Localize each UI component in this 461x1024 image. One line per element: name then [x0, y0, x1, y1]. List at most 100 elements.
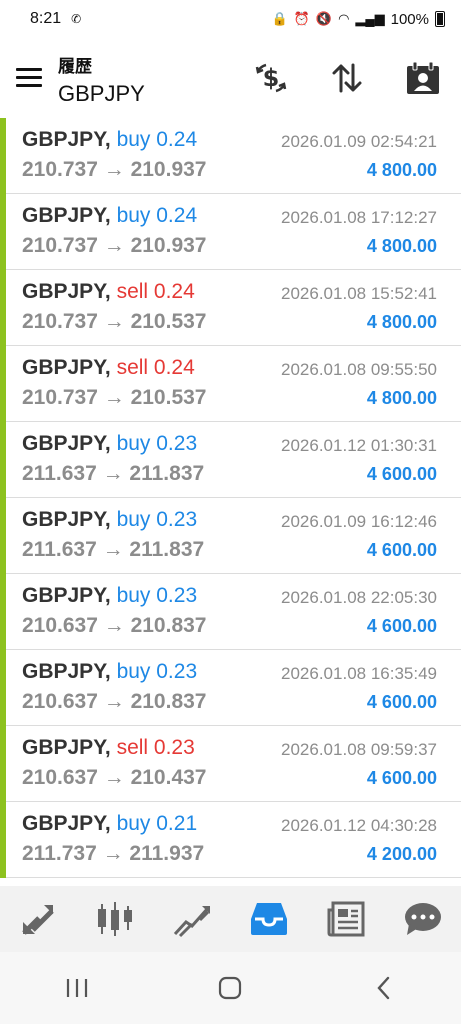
- mute-icon: 🔇: [315, 11, 333, 26]
- trade-profit: 4 800.00: [366, 236, 437, 256]
- trade-time: 2026.01.09 02:54:21: [281, 132, 437, 151]
- page-subtitle: 履歴: [58, 57, 92, 76]
- trade-time: 2026.01.08 09:55:50: [281, 360, 437, 379]
- nav-messages[interactable]: [401, 897, 445, 941]
- trade-time: 2026.01.08 16:35:49: [281, 664, 437, 683]
- trade-time: 2026.01.08 09:59:37: [281, 740, 437, 759]
- trade-time: 2026.01.09 16:12:46: [281, 512, 437, 531]
- symbol-label: GBPJPY,: [22, 204, 111, 227]
- system-nav-bar: [0, 952, 461, 1024]
- calendar-icon: [407, 61, 439, 94]
- sort-button[interactable]: [329, 60, 365, 96]
- currency-exchange-button[interactable]: $: [253, 60, 289, 96]
- trade-profit: 4 600.00: [366, 540, 437, 560]
- trade-row[interactable]: GBPJPY, buy 0.23 210.637 → 210.837 2026.01…: [0, 574, 461, 650]
- app-bar: 履歴 GBPJPY $: [0, 40, 461, 118]
- wifi-calling-icon: ✆: [71, 12, 82, 26]
- trade-symbol: GBPJPY, buy 0.23: [22, 432, 197, 456]
- symbol-label: GBPJPY,: [22, 128, 111, 151]
- trade-profit: 4 600.00: [366, 464, 437, 484]
- back-button[interactable]: [364, 968, 404, 1008]
- lock-icon: 🔒: [271, 11, 288, 26]
- trade-prices: 210.637 → 210.437: [22, 766, 207, 789]
- trade-profit: 4 600.00: [366, 616, 437, 636]
- svg-text:$: $: [263, 64, 280, 92]
- trade-side-volume: buy 0.23: [116, 660, 198, 683]
- signal-icon: ▂▄▆: [355, 11, 385, 26]
- menu-icon: [16, 68, 42, 71]
- trade-history-list: GBPJPY, buy 0.24 210.737 → 210.937 2026.01…: [0, 118, 461, 878]
- trade-prices: 211.637 → 211.837: [22, 538, 205, 561]
- trade-side-volume: sell 0.23: [116, 736, 195, 759]
- trade-row[interactable]: GBPJPY, sell 0.24 210.737 → 210.537 2026.0…: [0, 270, 461, 346]
- trade-symbol: GBPJPY, buy 0.21: [22, 812, 197, 836]
- trade-time: 2026.01.12 01:30:31: [281, 436, 437, 455]
- trade-symbol: GBPJPY, buy 0.23: [22, 508, 197, 532]
- menu-button[interactable]: [16, 68, 42, 88]
- trade-prices: 211.737 → 211.937: [22, 842, 205, 865]
- nav-history[interactable]: [247, 897, 291, 941]
- trade-symbol: GBPJPY, buy 0.23: [22, 660, 197, 684]
- trade-side-volume: sell 0.24: [116, 356, 195, 379]
- trade-profit: 4 600.00: [366, 692, 437, 712]
- battery-icon: [435, 11, 445, 27]
- trade-symbol: GBPJPY, buy 0.23: [22, 584, 197, 608]
- trade-row[interactable]: GBPJPY, buy 0.23 211.637 → 211.837 2026.01…: [0, 422, 461, 498]
- trade-side-volume: buy 0.21: [116, 812, 198, 835]
- status-bar: 8:21 ✆ 🔒 ⏰ 🔇 ◠ ▂▄▆ 100%: [0, 0, 461, 38]
- nav-quotes[interactable]: [93, 897, 137, 941]
- trade-prices: 210.737 → 210.937: [22, 158, 207, 181]
- symbol-label: GBPJPY,: [22, 280, 111, 303]
- trade-prices: 210.737 → 210.937: [22, 234, 207, 257]
- trade-symbol: GBPJPY, buy 0.24: [22, 128, 197, 152]
- trade-row[interactable]: GBPJPY, buy 0.21 211.737 → 211.937 2026.01…: [0, 802, 461, 878]
- trade-symbol: GBPJPY, sell 0.23: [22, 736, 195, 760]
- trade-row[interactable]: GBPJPY, buy 0.23 211.637 → 211.837 2026.01…: [0, 498, 461, 574]
- trade-profit: 4 200.00: [366, 844, 437, 864]
- trade-prices: 211.637 → 211.837: [22, 462, 205, 485]
- trade-profit: 4 800.00: [366, 312, 437, 332]
- sort-icon: [332, 63, 362, 93]
- symbol-label: GBPJPY,: [22, 584, 111, 607]
- trade-prices: 210.737 → 210.537: [22, 310, 207, 333]
- trade-row[interactable]: GBPJPY, sell 0.24 210.737 → 210.537 2026.0…: [0, 346, 461, 422]
- trade-row[interactable]: GBPJPY, sell 0.23 210.637 → 210.437 2026.0…: [0, 726, 461, 802]
- trade-time: 2026.01.12 04:30:28: [281, 816, 437, 835]
- recent-apps-button[interactable]: [57, 968, 97, 1008]
- trade-prices: 210.637 → 210.837: [22, 614, 207, 637]
- home-button[interactable]: [210, 968, 250, 1008]
- trade-side-volume: sell 0.24: [116, 280, 195, 303]
- trade-symbol: GBPJPY, sell 0.24: [22, 356, 195, 380]
- trade-time: 2026.01.08 15:52:41: [281, 284, 437, 303]
- trade-row[interactable]: GBPJPY, buy 0.24 210.737 → 210.937 2026.01…: [0, 118, 461, 194]
- trade-side-volume: buy 0.23: [116, 584, 198, 607]
- alarm-icon: ⏰: [293, 11, 310, 26]
- status-time: 8:21: [30, 10, 62, 27]
- nav-news[interactable]: [324, 897, 368, 941]
- trade-profit: 4 800.00: [366, 388, 437, 408]
- back-icon: [377, 976, 390, 1000]
- trade-side-volume: buy 0.24: [116, 204, 198, 227]
- nav-trade[interactable]: [16, 897, 60, 941]
- recent-apps-icon: [66, 979, 87, 997]
- symbol-label: GBPJPY,: [22, 508, 111, 531]
- symbol-label: GBPJPY,: [22, 812, 111, 835]
- trade-prices: 210.637 → 210.837: [22, 690, 207, 713]
- trade-profit: 4 600.00: [366, 768, 437, 788]
- chart-icon: [173, 906, 211, 938]
- trade-icon: [22, 905, 55, 935]
- history-icon: [250, 903, 287, 935]
- symbol-label: GBPJPY,: [22, 736, 111, 759]
- trade-side-volume: buy 0.23: [116, 432, 198, 455]
- calendar-button[interactable]: [405, 60, 441, 96]
- trade-row[interactable]: GBPJPY, buy 0.24 210.737 → 210.937 2026.01…: [0, 194, 461, 270]
- trade-symbol: GBPJPY, sell 0.24: [22, 280, 195, 304]
- currency-exchange-icon: $: [255, 63, 287, 93]
- trade-row[interactable]: GBPJPY, buy 0.23 210.637 → 210.837 2026.01…: [0, 650, 461, 726]
- nav-chart[interactable]: [170, 897, 214, 941]
- wifi-icon: ◠: [338, 11, 350, 26]
- trade-time: 2026.01.08 17:12:27: [281, 208, 437, 227]
- trade-side-volume: buy 0.24: [116, 128, 198, 151]
- battery-percent: 100%: [390, 10, 429, 28]
- page-title: GBPJPY: [58, 81, 145, 106]
